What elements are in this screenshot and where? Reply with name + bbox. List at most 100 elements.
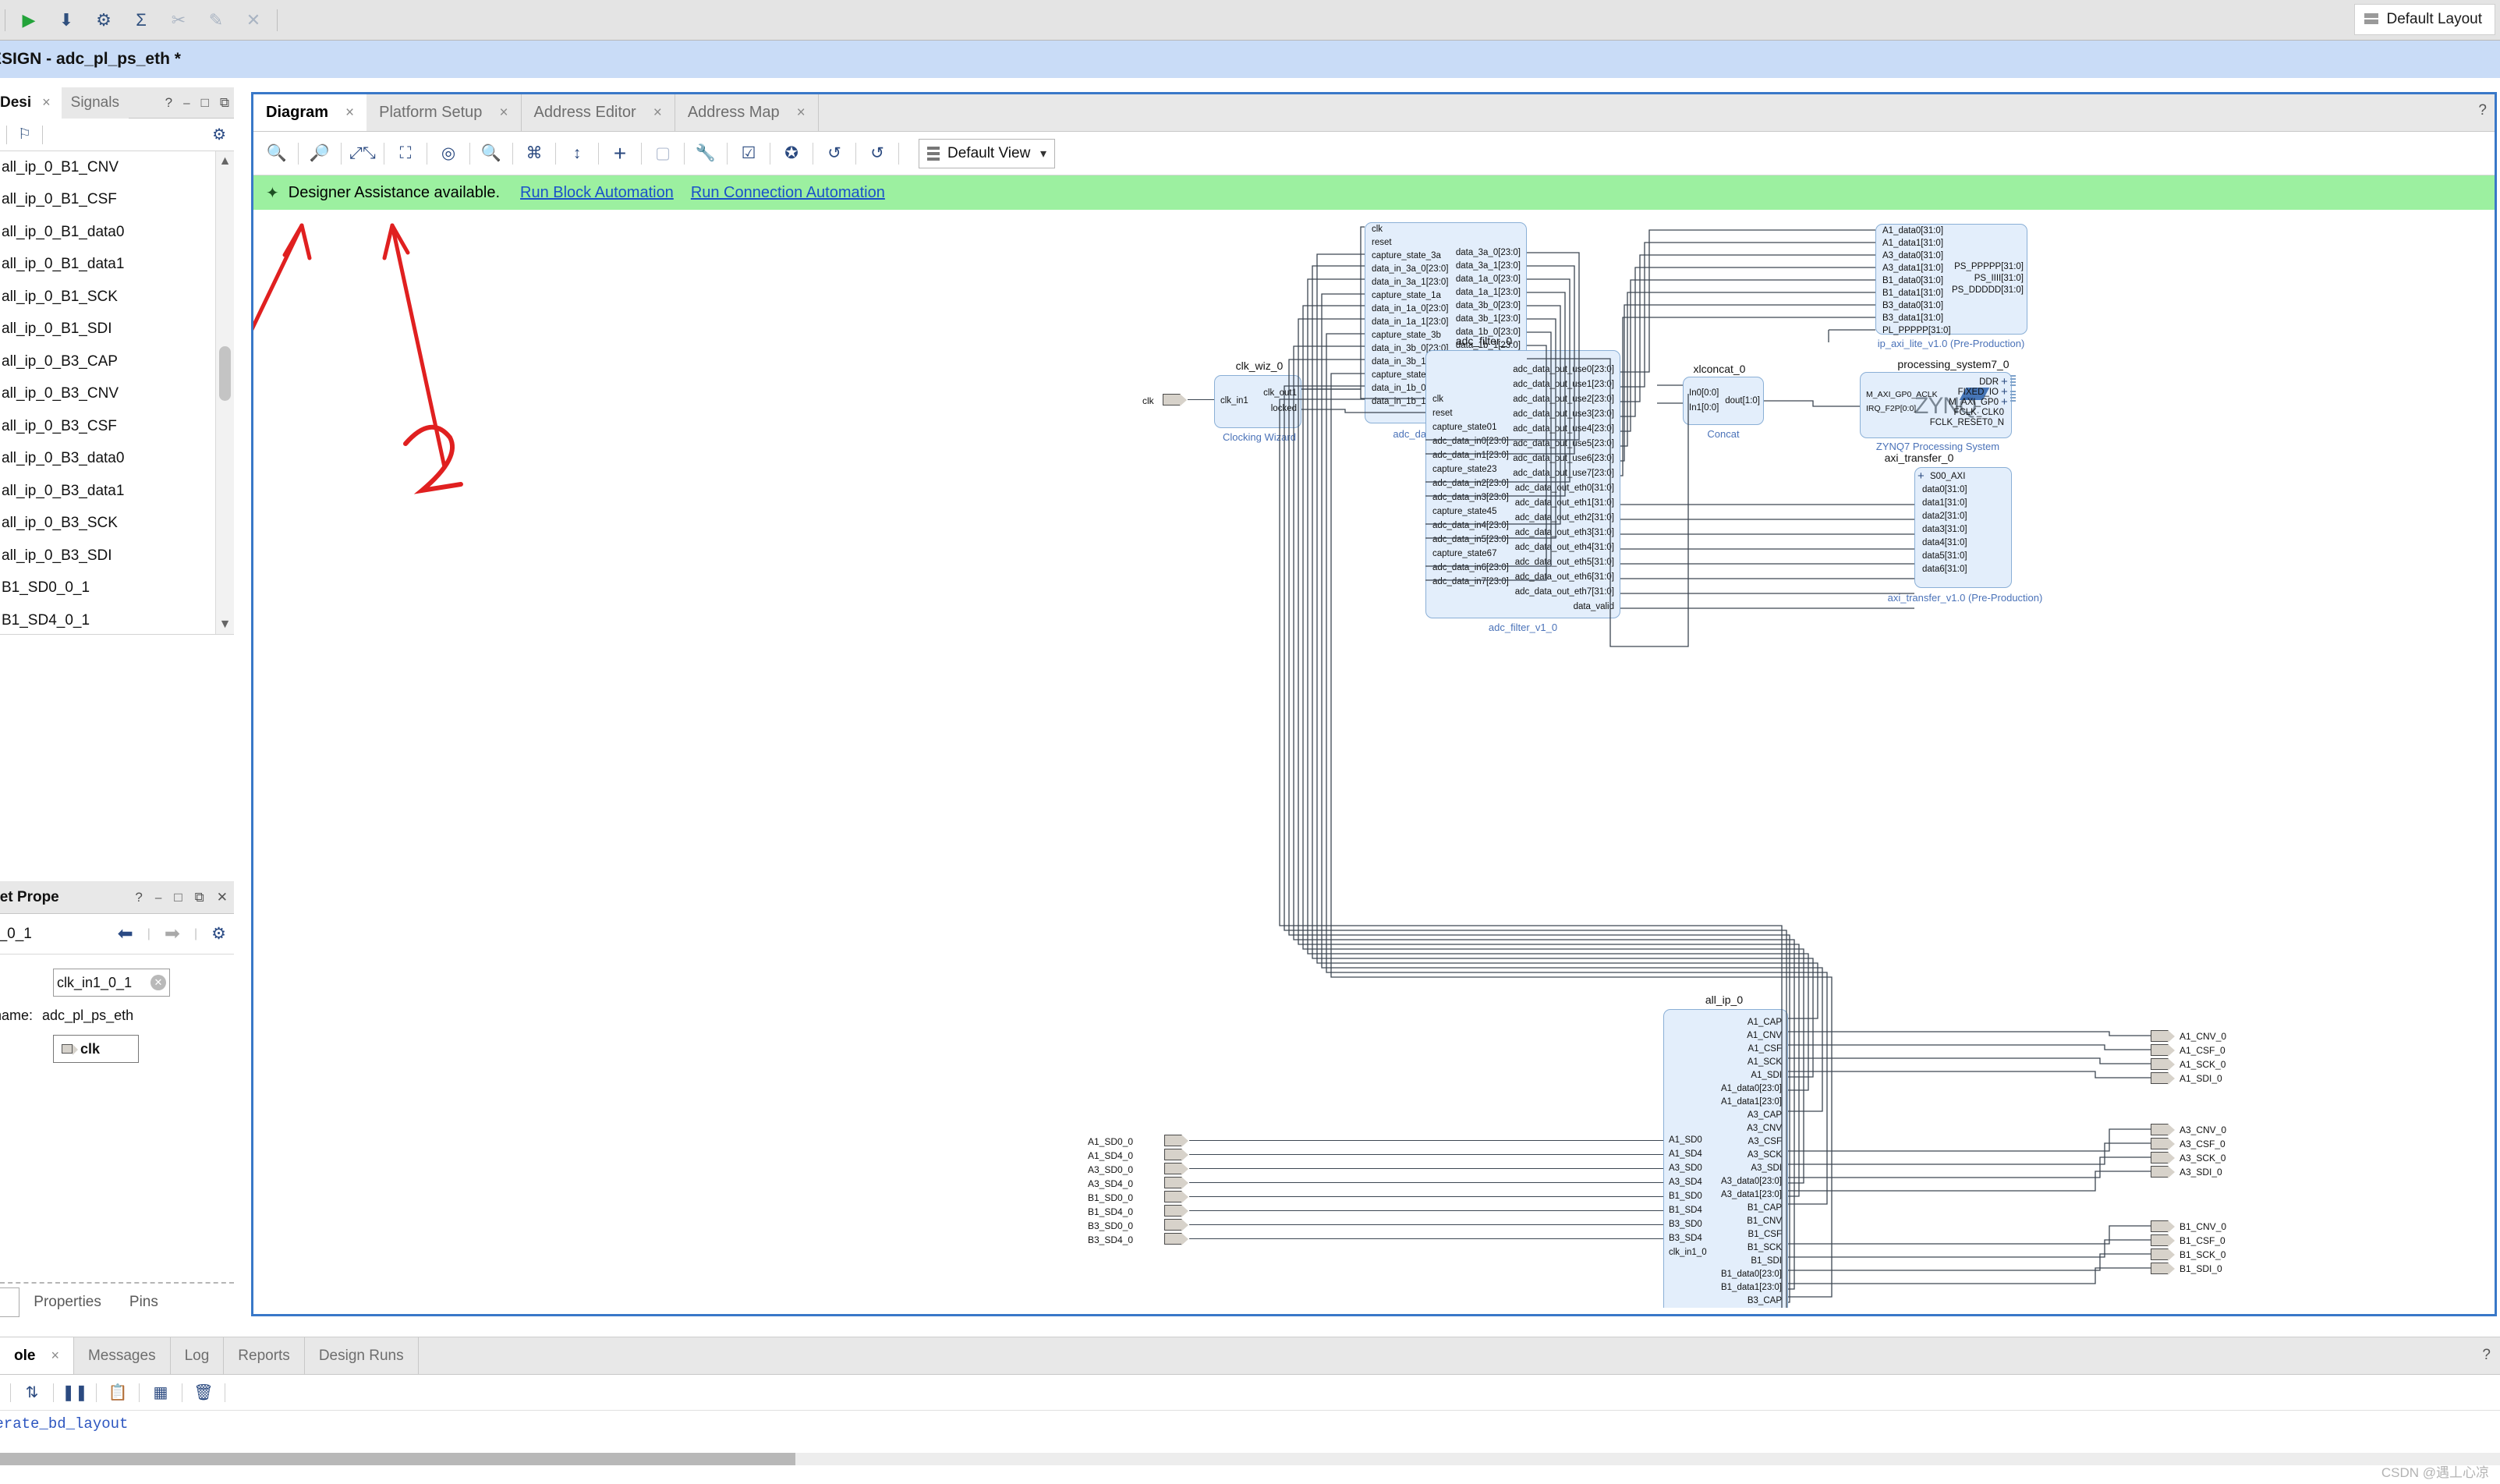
ext-port[interactable] <box>2151 1138 2175 1150</box>
list-item[interactable]: all_ip_0_B1_SCK <box>0 281 234 313</box>
forward-arrow-icon[interactable]: ➡ <box>165 923 180 945</box>
zoom-out-icon[interactable]: 🔎 <box>304 138 335 169</box>
back-arrow-icon[interactable]: ⬅ <box>118 923 133 945</box>
columns-icon[interactable]: ▦ <box>143 1377 178 1408</box>
tab-diagram[interactable]: Diagram × <box>253 94 367 131</box>
float-icon[interactable]: ⧉ <box>195 890 204 905</box>
default-layout-button[interactable]: Default Layout <box>2354 4 2495 35</box>
ext-port[interactable] <box>1164 1163 1188 1175</box>
zoom-in-icon[interactable]: 🔍 <box>261 138 292 169</box>
tab-properties[interactable]: Properties <box>19 1294 115 1311</box>
list-item[interactable]: all_ip_0_B3_CAP <box>0 345 234 378</box>
expand-s00-axi-icon[interactable]: + <box>1917 469 1925 483</box>
tab-signals[interactable]: Signals <box>61 87 129 119</box>
expand-m-axi-gp0-icon[interactable]: + <box>2001 395 2008 409</box>
ext-port[interactable] <box>2151 1220 2175 1233</box>
list-item[interactable]: all_ip_0_B3_CSF <box>0 410 234 443</box>
tab-log[interactable]: Log <box>171 1337 225 1374</box>
ext-port[interactable] <box>2151 1030 2175 1043</box>
design-tree-list[interactable]: all_ip_0_B1_CNV all_ip_0_B1_CSF all_ip_0… <box>0 151 234 635</box>
close-icon[interactable]: ✕ <box>217 890 228 905</box>
tab-address-map[interactable]: Address Map × <box>675 94 819 131</box>
tab-platform-setup[interactable]: Platform Setup × <box>367 94 522 131</box>
list-item[interactable]: B1_SD4_0_1 <box>0 604 234 634</box>
resize-icon[interactable]: ↕ <box>561 138 593 169</box>
wrench-icon[interactable]: 🔧 <box>690 138 721 169</box>
help-icon[interactable]: ? <box>135 890 142 905</box>
pause-icon[interactable]: ❚❚ <box>58 1377 92 1408</box>
tab-pins[interactable]: Pins <box>115 1294 172 1311</box>
ext-port[interactable] <box>2151 1234 2175 1247</box>
net-pin-item[interactable]: clk <box>53 1035 139 1063</box>
close-icon[interactable]: × <box>345 104 354 122</box>
view-select[interactable]: Default View ▾ <box>919 138 1055 168</box>
ext-port[interactable] <box>2151 1044 2175 1057</box>
copy-icon[interactable]: 📋 <box>101 1377 135 1408</box>
gear-icon[interactable]: ⚙ <box>212 125 226 144</box>
help-icon[interactable]: ? <box>165 95 172 111</box>
list-item[interactable]: all_ip_0_B3_CNV <box>0 378 234 411</box>
ext-port[interactable] <box>1164 1205 1188 1217</box>
list-item[interactable]: B1_SD0_0_1 <box>0 572 234 605</box>
list-item[interactable]: all_ip_0_B1_data0 <box>0 216 234 249</box>
minimize-icon[interactable]: ⎯ <box>155 890 162 905</box>
block-design-canvas[interactable]: adc_data_handle_v1_0 clk reset capture_s… <box>253 210 2495 1308</box>
tree-scrollbar[interactable]: ▲ ▼ <box>215 151 234 634</box>
zoom-fit-icon[interactable]: ⤢⤡ <box>347 138 378 169</box>
ext-port[interactable] <box>1164 1233 1188 1245</box>
tab-messages[interactable]: Messages <box>74 1337 171 1374</box>
run-icon[interactable]: ▶ <box>10 3 48 37</box>
close-icon[interactable]: × <box>499 104 508 122</box>
list-item[interactable]: all_ip_0_B3_data0 <box>0 443 234 476</box>
refresh-icon[interactable]: ↺ <box>819 138 850 169</box>
ext-port[interactable] <box>1164 1135 1188 1147</box>
tab-general[interactable] <box>0 1287 20 1317</box>
ext-port[interactable] <box>2151 1072 2175 1085</box>
scroll-icon[interactable]: ⇅ <box>15 1377 49 1408</box>
regenerate-icon[interactable]: ↺ <box>862 138 893 169</box>
net-name-input[interactable]: clk_in1_0_1 ✕ <box>53 969 170 997</box>
list-item[interactable]: all_ip_0_B1_CNV <box>0 151 234 184</box>
ext-port[interactable] <box>2151 1248 2175 1261</box>
ext-port[interactable] <box>2151 1263 2175 1275</box>
download-bitstream-icon[interactable]: ⬇ <box>48 3 85 37</box>
list-item[interactable]: all_ip_0_B1_SDI <box>0 313 234 346</box>
help-icon[interactable]: ? <box>2478 102 2487 119</box>
trash-icon[interactable]: 🗑 <box>186 1377 221 1408</box>
help-icon[interactable]: ? <box>2482 1347 2491 1364</box>
optimize-icon[interactable]: ✪ <box>776 138 807 169</box>
maximize-icon[interactable]: □ <box>201 95 209 111</box>
ext-port[interactable] <box>2151 1152 2175 1164</box>
ext-port[interactable] <box>2151 1124 2175 1136</box>
settings-gear-icon[interactable]: ⚙ <box>85 3 122 37</box>
run-block-automation-link[interactable]: Run Block Automation <box>520 184 674 202</box>
list-item[interactable]: all_ip_0_B1_data1 <box>0 249 234 282</box>
close-icon[interactable]: × <box>51 1348 59 1364</box>
sum-sigma-icon[interactable]: Σ <box>122 3 160 37</box>
ext-port[interactable] <box>1164 1149 1188 1161</box>
scrollbar-thumb[interactable] <box>219 346 231 401</box>
zoom-selection-icon[interactable]: ⛶ <box>390 138 421 169</box>
zoom-area-icon[interactable]: ◎ <box>433 138 464 169</box>
ext-port[interactable] <box>1164 1191 1188 1203</box>
ext-port[interactable] <box>2151 1058 2175 1071</box>
ext-port[interactable] <box>2151 1166 2175 1178</box>
add-ip-icon[interactable]: + <box>604 138 636 169</box>
validate-icon[interactable]: ☑ <box>733 138 764 169</box>
list-item[interactable]: all_ip_0_B3_data1 <box>0 475 234 508</box>
scroll-down-icon[interactable]: ▼ <box>216 614 234 634</box>
ext-port[interactable] <box>1164 1177 1188 1189</box>
minimize-icon[interactable]: ⎯ <box>183 95 190 111</box>
run-connection-automation-link[interactable]: Run Connection Automation <box>691 184 885 202</box>
ext-port[interactable] <box>1164 1219 1188 1231</box>
console-hscrollbar-thumb[interactable] <box>0 1453 795 1465</box>
maximize-icon[interactable]: □ <box>174 890 182 905</box>
float-icon[interactable]: ⧉ <box>220 95 229 111</box>
clear-icon[interactable]: ✕ <box>150 975 166 990</box>
search-icon[interactable]: 🔍 <box>476 138 507 169</box>
close-icon[interactable]: × <box>42 94 51 111</box>
tab-address-editor[interactable]: Address Editor × <box>522 94 675 131</box>
tab-design-runs[interactable]: Design Runs <box>305 1337 419 1374</box>
scroll-up-icon[interactable]: ▲ <box>216 151 234 172</box>
ext-port-clk[interactable] <box>1163 394 1187 406</box>
